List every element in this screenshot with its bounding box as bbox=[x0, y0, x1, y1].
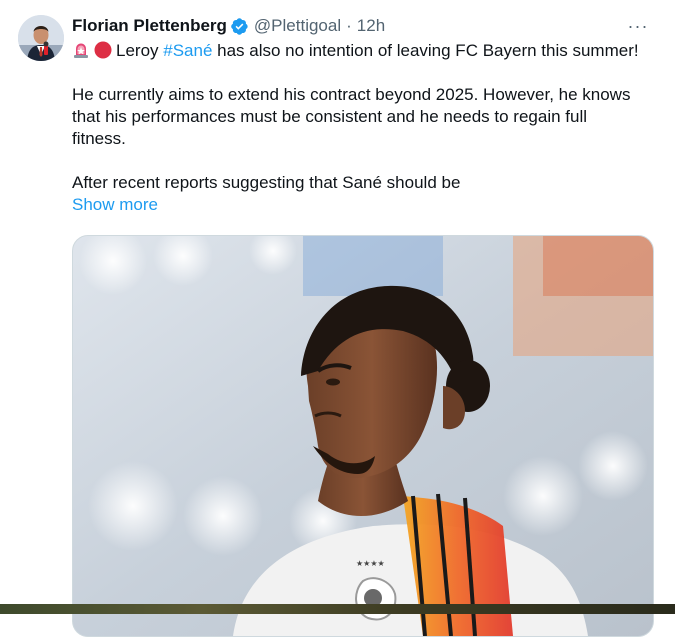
author-name[interactable]: Florian Plettenberg bbox=[72, 16, 227, 36]
tweet-photo[interactable]: ★★★★ bbox=[72, 235, 654, 637]
author-handle[interactable]: @Plettigoal bbox=[254, 16, 341, 36]
tweet-line-3: that his performances must be consistent… bbox=[72, 107, 588, 126]
show-more-link[interactable]: Show more bbox=[72, 194, 662, 216]
tweet-header: Florian Plettenberg @Plettigoal · 12h bbox=[72, 14, 385, 38]
tweet-text-intro: Leroy bbox=[116, 41, 164, 60]
hashtag-link[interactable]: #Sané bbox=[163, 41, 212, 60]
more-icon[interactable]: ··· bbox=[623, 14, 653, 38]
tweet[interactable]: Florian Plettenberg @Plettigoal · 12h ··… bbox=[0, 0, 675, 637]
timestamp[interactable]: 12h bbox=[357, 16, 385, 36]
next-content-edge bbox=[0, 604, 675, 614]
verified-badge-icon bbox=[230, 17, 249, 36]
tweet-line-2: He currently aims to extend his contract… bbox=[72, 85, 631, 104]
tweet-line-1: Leroy #Sané has also no intention of lea… bbox=[72, 40, 662, 62]
tweet-text: Leroy #Sané has also no intention of lea… bbox=[72, 40, 662, 216]
separator-dot: · bbox=[346, 16, 352, 35]
red-circle-icon bbox=[94, 41, 112, 59]
tweet-line-4: fitness. bbox=[72, 129, 126, 148]
svg-text:★★★★: ★★★★ bbox=[356, 559, 385, 568]
rotating-light-icon bbox=[72, 41, 90, 59]
tweet-text-rest: has also no intention of leaving FC Baye… bbox=[212, 41, 639, 60]
tweet-line-5: After recent reports suggesting that San… bbox=[72, 173, 461, 192]
avatar[interactable] bbox=[18, 15, 64, 61]
